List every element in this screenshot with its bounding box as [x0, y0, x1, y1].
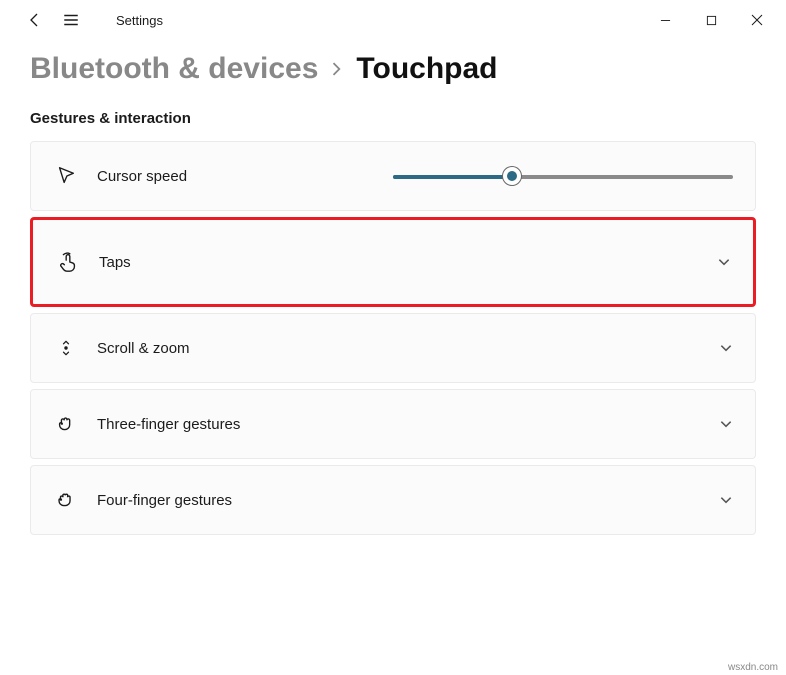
three-finger-icon	[53, 411, 79, 437]
back-button[interactable]	[26, 11, 44, 29]
four-finger-row[interactable]: Four-finger gestures	[30, 465, 756, 535]
app-title: Settings	[116, 13, 163, 28]
breadcrumb: Bluetooth & devices Touchpad	[0, 40, 786, 110]
maximize-button[interactable]	[688, 4, 734, 36]
minimize-button[interactable]	[642, 4, 688, 36]
window-titlebar: Settings	[0, 0, 786, 40]
watermark: wsxdn.com	[728, 662, 778, 673]
chevron-down-icon	[719, 417, 733, 431]
scroll-zoom-row[interactable]: Scroll & zoom	[30, 313, 756, 383]
chevron-right-icon	[330, 56, 344, 82]
breadcrumb-current: Touchpad	[356, 52, 497, 86]
four-finger-label: Four-finger gestures	[97, 492, 719, 509]
chevron-down-icon	[717, 255, 731, 269]
settings-list: Cursor speed Taps Scroll & zoom	[0, 141, 786, 565]
cursor-icon	[53, 163, 79, 189]
taps-label: Taps	[99, 254, 717, 271]
three-finger-row[interactable]: Three-finger gestures	[30, 389, 756, 459]
cursor-speed-row[interactable]: Cursor speed	[30, 141, 756, 211]
cursor-speed-label: Cursor speed	[97, 168, 230, 185]
chevron-down-icon	[719, 493, 733, 507]
section-title: Gestures & interaction	[0, 110, 786, 141]
four-finger-icon	[53, 487, 79, 513]
three-finger-label: Three-finger gestures	[97, 416, 719, 433]
menu-button[interactable]	[62, 11, 80, 29]
chevron-down-icon	[719, 341, 733, 355]
tap-icon	[55, 249, 81, 275]
taps-row[interactable]: Taps	[30, 217, 756, 307]
scroll-zoom-label: Scroll & zoom	[97, 340, 719, 357]
cursor-speed-slider[interactable]	[393, 166, 733, 186]
close-button[interactable]	[734, 4, 780, 36]
slider-thumb[interactable]	[503, 167, 521, 185]
scroll-icon	[53, 335, 79, 361]
breadcrumb-parent[interactable]: Bluetooth & devices	[30, 52, 318, 86]
